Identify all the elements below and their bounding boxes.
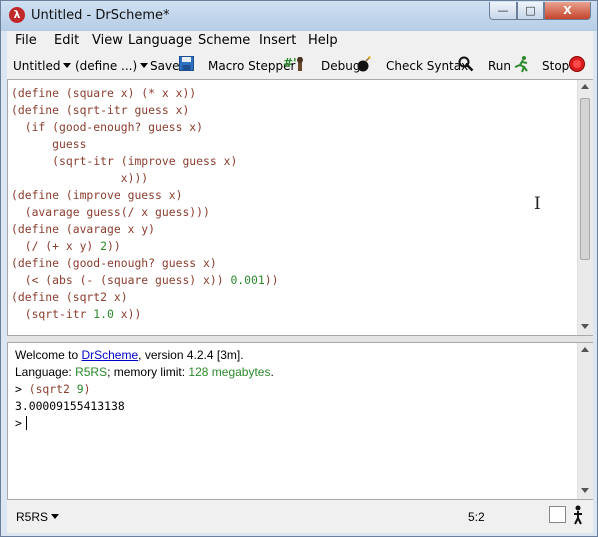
number-literal: 0.001	[230, 273, 265, 287]
language-line: Language: R5RS; memory limit: 128 megaby…	[15, 365, 274, 379]
interactions-scrollbar[interactable]	[577, 343, 593, 499]
running-man-icon[interactable]	[512, 55, 530, 73]
menu-insert[interactable]: Insert	[259, 33, 296, 48]
walking-man-icon	[574, 505, 582, 525]
chevron-down-icon	[51, 514, 60, 519]
memory-label: ; memory limit:	[107, 365, 189, 379]
file-dropdown[interactable]: Untitled	[13, 59, 72, 73]
macro-stepper-stick-icon	[297, 57, 303, 71]
language-label: Language:	[15, 365, 76, 379]
repl-result: 3.00009155413138	[15, 399, 125, 413]
drscheme-window: λ Untitled - DrScheme* — □ X File Edit V…	[0, 0, 598, 537]
toolbar: Untitled (define ...) Save Macro Stepper…	[7, 51, 593, 80]
repl-prompt: >	[15, 416, 22, 430]
define-dropdown-label: (define ...)	[75, 59, 138, 73]
menu-view[interactable]: View	[92, 33, 123, 48]
definitions-code[interactable]: (define (square x) (* x x)) (define (sqr…	[11, 85, 278, 323]
minimize-button[interactable]: —	[489, 2, 517, 20]
code-line: guess	[11, 137, 87, 151]
gc-indicator-box	[549, 506, 566, 523]
scroll-up-icon[interactable]	[581, 347, 589, 352]
chevron-down-icon	[63, 63, 72, 68]
save-button[interactable]: Save	[150, 59, 179, 73]
chevron-down-icon	[140, 63, 149, 68]
define-dropdown[interactable]: (define ...)	[75, 59, 149, 73]
text-caret	[25, 416, 27, 430]
code-line: x)))	[11, 171, 149, 185]
title-bar[interactable]: λ Untitled - DrScheme* — □ X	[1, 1, 597, 31]
save-disk-icon[interactable]	[179, 56, 194, 71]
language-selector[interactable]: R5RS	[16, 510, 60, 524]
welcome-text: Welcome to	[15, 348, 82, 362]
run-button[interactable]: Run	[488, 59, 511, 73]
repl-input-line: > (sqrt2 9)	[15, 382, 90, 396]
code-line: (avarage guess(/ x guess)))	[11, 205, 210, 219]
scroll-up-icon[interactable]	[581, 84, 589, 89]
menu-file[interactable]: File	[15, 33, 37, 48]
cursor-position: 5:2	[468, 510, 485, 524]
number-literal: 2	[100, 239, 108, 253]
scrollbar-thumb[interactable]	[580, 98, 590, 260]
scroll-down-icon[interactable]	[581, 488, 589, 493]
text-cursor-ibeam-icon: I	[534, 194, 541, 214]
language-selector-label: R5RS	[16, 510, 49, 524]
number-literal: 9	[76, 382, 84, 396]
language-name: R5RS	[75, 365, 108, 379]
menu-edit[interactable]: Edit	[54, 33, 79, 48]
menu-bar: File Edit View Language Scheme Insert He…	[7, 31, 593, 51]
code-line: (sqrt-itr (improve guess x)	[11, 154, 238, 168]
code-line: (define (good-enough? guess x)	[11, 256, 217, 270]
welcome-line: Welcome to DrScheme, version 4.2.4 [3m].	[15, 348, 244, 362]
macro-stepper-icon[interactable]: #'	[283, 56, 297, 70]
repl-prompt: >	[15, 382, 22, 396]
code-line: (< (abs (- (square guess) x)) 0.001))	[11, 273, 279, 287]
code-line: (define (improve guess x)	[11, 188, 183, 202]
check-syntax-button[interactable]: Check Syntax	[386, 59, 468, 73]
file-dropdown-label: Untitled	[13, 59, 61, 73]
code-line: (define (sqrt2 x)	[11, 290, 128, 304]
memory-value: 128 megabytes	[188, 365, 271, 379]
debug-button[interactable]: Debug	[321, 59, 360, 73]
number-literal: 1.0	[93, 307, 114, 321]
version-text: , version 4.2.4 [3m].	[138, 348, 244, 362]
definitions-scrollbar[interactable]	[577, 80, 593, 335]
code-line: (define (avarage x y)	[11, 222, 156, 236]
menu-language[interactable]: Language	[128, 33, 192, 48]
repl-input: (sqrt2 9)	[28, 382, 91, 396]
scroll-down-icon[interactable]	[581, 324, 589, 329]
memory-suffix: .	[270, 365, 274, 379]
stop-icon[interactable]	[569, 56, 585, 72]
drscheme-logo-icon: λ	[9, 7, 25, 23]
menu-help[interactable]: Help	[308, 33, 338, 48]
drscheme-link[interactable]: DrScheme	[81, 348, 138, 362]
maximize-button[interactable]: □	[517, 2, 544, 20]
code-line: (define (sqrt-itr guess x)	[11, 103, 190, 117]
bomb-icon[interactable]	[356, 56, 372, 72]
window-title: Untitled - DrScheme*	[31, 8, 170, 23]
code-line: (/ (+ x y) 2))	[11, 239, 121, 253]
status-bar: R5RS 5:2	[7, 500, 593, 533]
magnifier-icon[interactable]	[458, 56, 474, 72]
close-button[interactable]: X	[544, 2, 591, 20]
repl-current-prompt[interactable]: >	[15, 416, 27, 430]
code-line: (sqrt-itr 1.0 x))	[11, 307, 142, 321]
stop-button[interactable]: Stop	[542, 59, 569, 73]
menu-scheme[interactable]: Scheme	[198, 33, 250, 48]
code-line: (if (good-enough? guess x)	[11, 120, 204, 134]
code-line: (define (square x) (* x x))	[11, 86, 197, 100]
